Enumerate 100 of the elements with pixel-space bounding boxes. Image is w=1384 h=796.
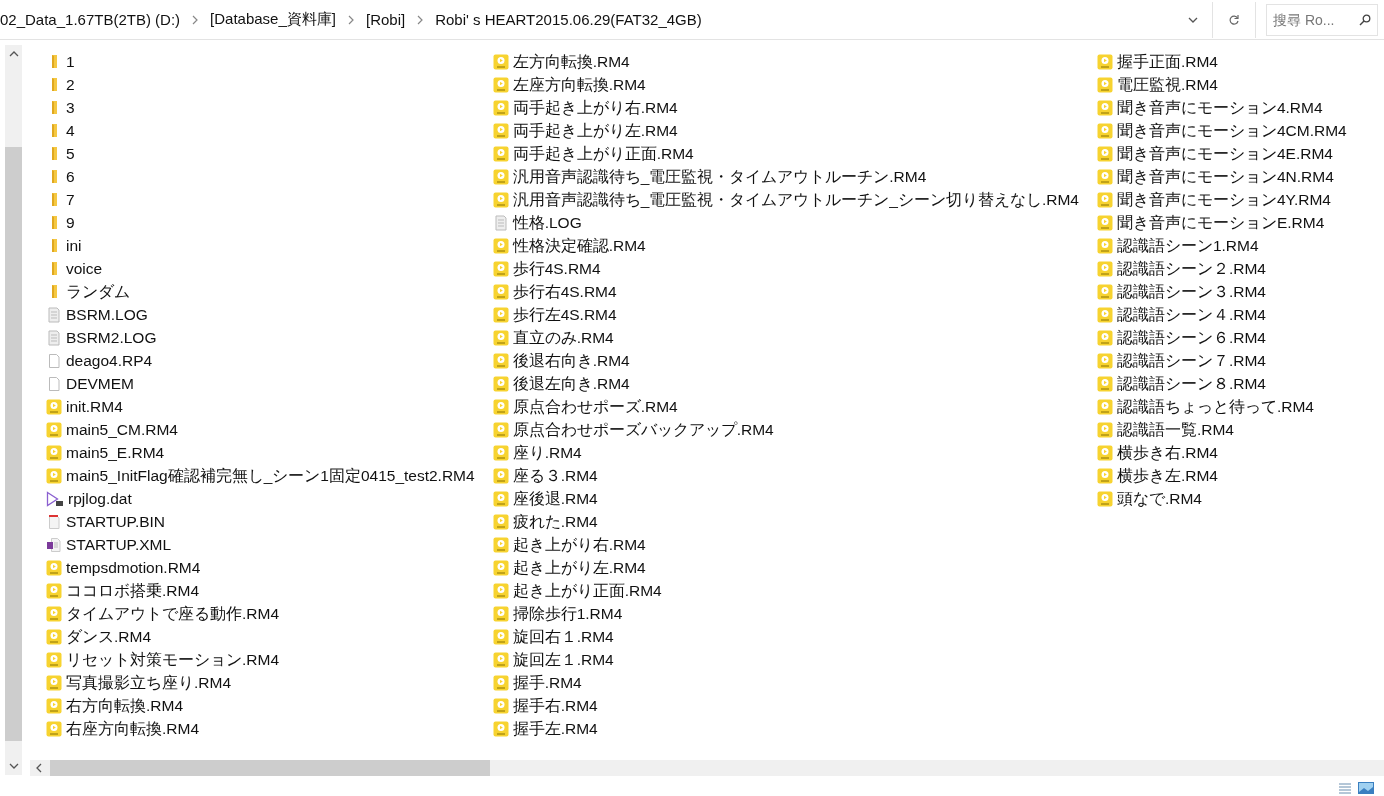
breadcrumb[interactable]: Robi' s HEART2015.06.29(FAT32_4GB): [435, 11, 702, 28]
file-name[interactable]: init.RM4: [66, 396, 123, 417]
file-name[interactable]: 聞き音声にモーション4Y.RM4: [1116, 189, 1331, 210]
file-name[interactable]: 9: [66, 212, 75, 233]
breadcrumb[interactable]: [Database_資料庫]: [210, 10, 336, 29]
file-name[interactable]: main5_CM.RM4: [66, 419, 178, 440]
file-name[interactable]: 両手起き上がり右.RM4: [512, 97, 678, 118]
file-name[interactable]: 汎用音声認識待ち_電圧監視・タイムアウトルーチン_シーン切り替えなし.RM4: [512, 189, 1079, 210]
file-name[interactable]: 握手正面.RM4: [1116, 51, 1218, 72]
refresh-button[interactable]: [1212, 1, 1256, 38]
file-name[interactable]: 原点合わせポーズ.RM4: [512, 396, 678, 417]
scroll-up-icon[interactable]: [8, 51, 19, 57]
file-name[interactable]: 両手起き上がり正面.RM4: [512, 143, 694, 164]
file-name[interactable]: 歩行4S.RM4: [512, 258, 601, 279]
address-bar[interactable]: 02_Data_1.67TB(2TB) (D:) [Database_資料庫] [Robi] Robi' s HEART2015.06.29(FAT32_4GB): [0, 1, 1212, 38]
file-name[interactable]: 聞き音声にモーション4N.RM4: [1116, 166, 1334, 187]
file-name[interactable]: 聞き音声にモーションE.RM4: [1116, 212, 1325, 233]
file-name[interactable]: 認識語シーン４.RM4: [1116, 304, 1266, 325]
file-name[interactable]: tempsdmotion.RM4: [66, 557, 201, 578]
file-name[interactable]: 左方向転換.RM4: [512, 51, 630, 72]
file-name[interactable]: STARTUP.XML: [66, 534, 172, 555]
file-name[interactable]: 5: [66, 143, 75, 164]
search-field[interactable]: 搜尋 Ro...: [1266, 3, 1378, 36]
file-name[interactable]: 聞き音声にモーション4E.RM4: [1116, 143, 1333, 164]
file-name[interactable]: 7: [66, 189, 75, 210]
file-name[interactable]: 3: [66, 97, 75, 118]
file-name[interactable]: 起き上がり左.RM4: [512, 557, 646, 578]
file-name[interactable]: ini: [66, 235, 82, 256]
scroll-left-icon[interactable]: [36, 763, 42, 773]
file-name[interactable]: 疲れた.RM4: [512, 511, 598, 532]
file-name[interactable]: 認識語一覧.RM4: [1116, 419, 1234, 440]
file-name[interactable]: 6: [66, 166, 75, 187]
scrollbar-thumb[interactable]: [5, 147, 22, 741]
horizontal-scrollbar[interactable]: [30, 760, 1384, 776]
file-name[interactable]: 認識語シーン３.RM4: [1116, 281, 1266, 302]
breadcrumb[interactable]: [Robi]: [365, 11, 406, 28]
file-name[interactable]: リセット対策モーション.RM4: [66, 649, 280, 670]
player-file-icon: [492, 582, 509, 599]
player-file-icon: [492, 444, 509, 461]
file-name[interactable]: 聞き音声にモーション4CM.RM4: [1116, 120, 1347, 141]
file-name[interactable]: 両手起き上がり左.RM4: [512, 120, 678, 141]
file-name[interactable]: 2: [66, 74, 75, 95]
scrollbar-thumb[interactable]: [50, 760, 490, 776]
file-name[interactable]: 性格.LOG: [512, 212, 582, 233]
file-name[interactable]: deago4.RP4: [66, 350, 153, 371]
file-name[interactable]: 性格決定確認.RM4: [512, 235, 646, 256]
file-name[interactable]: 聞き音声にモーション4.RM4: [1116, 97, 1323, 118]
file-name[interactable]: 起き上がり正面.RM4: [512, 580, 662, 601]
file-name[interactable]: 原点合わせポーズバックアップ.RM4: [512, 419, 774, 440]
file-name[interactable]: 認識語ちょっと待って.RM4: [1116, 396, 1314, 417]
file-name[interactable]: ランダム: [66, 281, 130, 302]
file-name[interactable]: 旋回右１.RM4: [512, 626, 614, 647]
file-name[interactable]: 認識語シーン７.RM4: [1116, 350, 1266, 371]
file-name[interactable]: 握手.RM4: [512, 672, 582, 693]
file-name[interactable]: 後退左向き.RM4: [512, 373, 630, 394]
file-name[interactable]: 座り.RM4: [512, 442, 582, 463]
file-name[interactable]: 旋回左１.RM4: [512, 649, 614, 670]
file-name[interactable]: BSRM2.LOG: [66, 327, 157, 348]
file-name[interactable]: ダンス.RM4: [66, 626, 152, 647]
file-name[interactable]: 写真撮影立ち座り.RM4: [66, 672, 232, 693]
file-name[interactable]: 認識語シーン８.RM4: [1116, 373, 1266, 394]
file-name[interactable]: main5_E.RM4: [66, 442, 165, 463]
file-name[interactable]: 歩行右4S.RM4: [512, 281, 617, 302]
dropdown-chevron-icon[interactable]: [1188, 16, 1198, 23]
large-icons-view-icon[interactable]: [1358, 782, 1374, 794]
file-name[interactable]: ココロボ搭乗.RM4: [66, 580, 200, 601]
file-name[interactable]: DEVMEM: [66, 373, 135, 394]
file-name[interactable]: 握手右.RM4: [512, 695, 598, 716]
file-name[interactable]: 握手左.RM4: [512, 718, 598, 739]
file-name[interactable]: BSRM.LOG: [66, 304, 148, 325]
file-name[interactable]: 1: [66, 51, 75, 72]
file-name[interactable]: 電圧監視.RM4: [1116, 74, 1218, 95]
file-name[interactable]: 座後退.RM4: [512, 488, 598, 509]
file-name[interactable]: 起き上がり右.RM4: [512, 534, 646, 555]
scroll-down-icon[interactable]: [8, 763, 19, 769]
file-name[interactable]: 座る３.RM4: [512, 465, 598, 486]
file-name[interactable]: 認識語シーン６.RM4: [1116, 327, 1266, 348]
details-view-icon[interactable]: [1338, 782, 1352, 794]
file-name[interactable]: 左座方向転換.RM4: [512, 74, 646, 95]
file-name[interactable]: 横歩き右.RM4: [1116, 442, 1218, 463]
file-name[interactable]: main5_InitFlag確認補完無し_シーン1固定0415_test2.RM4: [66, 465, 475, 486]
player-file-icon: [1096, 421, 1113, 438]
file-name[interactable]: 右座方向転換.RM4: [66, 718, 200, 739]
file-name[interactable]: 認識語シーン1.RM4: [1116, 235, 1259, 256]
file-name[interactable]: 横歩き左.RM4: [1116, 465, 1218, 486]
file-name[interactable]: rpjlog.dat: [68, 488, 132, 509]
file-name[interactable]: 右方向転換.RM4: [66, 695, 184, 716]
file-name[interactable]: STARTUP.BIN: [66, 511, 166, 532]
file-name[interactable]: 頭なで.RM4: [1116, 488, 1202, 509]
file-name[interactable]: 汎用音声認識待ち_電圧監視・タイムアウトルーチン.RM4: [512, 166, 927, 187]
file-name[interactable]: 掃除歩行1.RM4: [512, 603, 623, 624]
file-name[interactable]: 4: [66, 120, 75, 141]
file-name[interactable]: 直立のみ.RM4: [512, 327, 614, 348]
file-name[interactable]: 歩行左4S.RM4: [512, 304, 617, 325]
file-name[interactable]: voice: [66, 258, 103, 279]
breadcrumb[interactable]: 02_Data_1.67TB(2TB) (D:): [0, 11, 181, 28]
file-name[interactable]: 認識語シーン２.RM4: [1116, 258, 1266, 279]
file-name[interactable]: タイムアウトで座る動作.RM4: [66, 603, 280, 624]
file-name[interactable]: 後退右向き.RM4: [512, 350, 630, 371]
vertical-scrollbar[interactable]: [5, 45, 22, 775]
